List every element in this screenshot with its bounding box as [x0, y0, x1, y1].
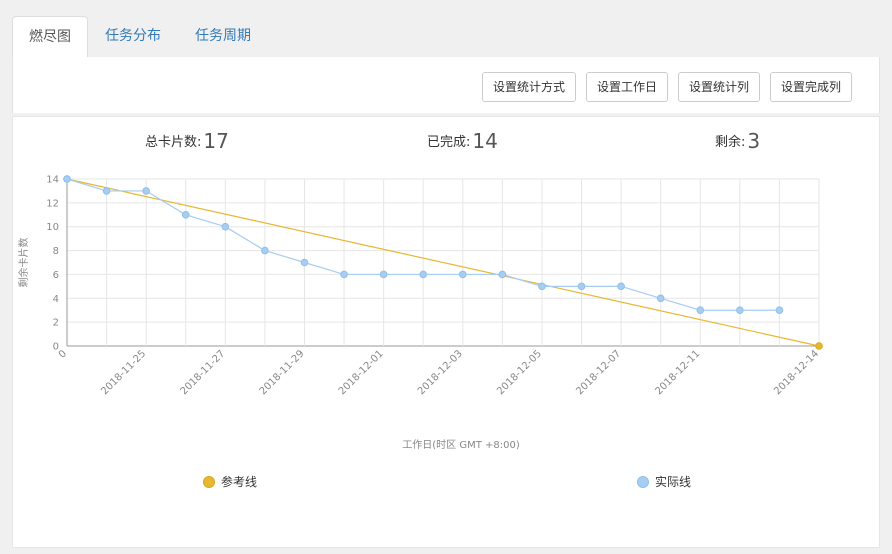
actual-point: [261, 246, 269, 255]
legend-actual[interactable]: 实际线: [637, 473, 691, 490]
actual-point: [736, 306, 744, 315]
x-tick-label: 2018-12-14: [772, 348, 821, 397]
reference-point: [63, 175, 71, 183]
actual-point: [379, 270, 388, 279]
y-tick-label: 2: [53, 318, 59, 329]
toolbar: 设置统计方式 设置工作日 设置统计列 设置完成列: [12, 57, 880, 113]
actual-point: [577, 282, 586, 291]
legend-actual-label: 实际线: [655, 475, 692, 489]
y-tick-label: 12: [46, 198, 59, 209]
actual-point: [102, 187, 111, 195]
actual-point: [656, 294, 665, 303]
actual-point: [221, 222, 230, 231]
y-tick-label: 10: [46, 222, 59, 233]
burndown-chart: 024681012140 2018-11-25 2018-11-27 2018-11-…: [17, 175, 823, 451]
x-tick-label: 0: [57, 348, 69, 360]
actual-point: [419, 270, 428, 279]
tab-bar: 燃尽图 任务分布 任务周期: [12, 0, 880, 59]
actual-point: [617, 282, 625, 291]
legend-reference-label: 参考线: [221, 475, 258, 489]
set-workday-button[interactable]: 设置工作日: [586, 72, 668, 102]
y-axis-title: 剩余卡片数: [17, 238, 30, 288]
set-done-column-button[interactable]: 设置完成列: [770, 72, 852, 102]
x-axis-title: 工作日(时区 GMT +8:00): [402, 439, 520, 451]
x-tick-label: 2018-12-05: [495, 348, 544, 397]
y-tick-label: 4: [53, 294, 59, 305]
actual-point: [340, 270, 348, 279]
actual-point: [458, 270, 467, 279]
actual-point: [538, 282, 546, 291]
actual-point: [775, 306, 784, 315]
reference-line: [66, 178, 820, 347]
reference-point: [815, 342, 823, 350]
x-tick-label: 2018-11-25: [99, 348, 148, 397]
legend-reference[interactable]: 参考线: [203, 473, 257, 490]
y-tick-label: 14: [46, 175, 59, 186]
y-tick-label: 6: [53, 270, 59, 281]
chart-panel: 总卡片数: 17 已完成: 14 剩余: 3 0 2 4 6 8 10 12 14 0 2018-11-…: [12, 116, 880, 548]
x-tick-label: 2018-12-03: [416, 348, 465, 397]
actual-point: [498, 270, 507, 279]
tab-task-cycle[interactable]: 任务周期: [179, 16, 267, 56]
x-tick-label: 2018-11-27: [179, 348, 228, 397]
x-tick-label: 2018-12-01: [337, 348, 386, 397]
legend-reference-swatch: [203, 476, 215, 488]
set-stat-column-button[interactable]: 设置统计列: [678, 72, 760, 102]
tab-task-distribution[interactable]: 任务分布: [89, 16, 177, 56]
x-tick-label: 2018-12-11: [654, 348, 703, 397]
actual-point: [300, 258, 309, 267]
tab-burndown[interactable]: 燃尽图: [12, 16, 88, 59]
x-tick-label: 2018-11-29: [258, 348, 307, 397]
actual-point: [696, 306, 705, 315]
legend-actual-swatch: [637, 476, 649, 488]
y-tick-label: 8: [53, 246, 59, 257]
x-tick-label: 2018-12-07: [574, 348, 623, 397]
actual-point: [181, 210, 190, 219]
set-stat-method-button[interactable]: 设置统计方式: [482, 72, 576, 102]
actual-point: [142, 187, 150, 195]
